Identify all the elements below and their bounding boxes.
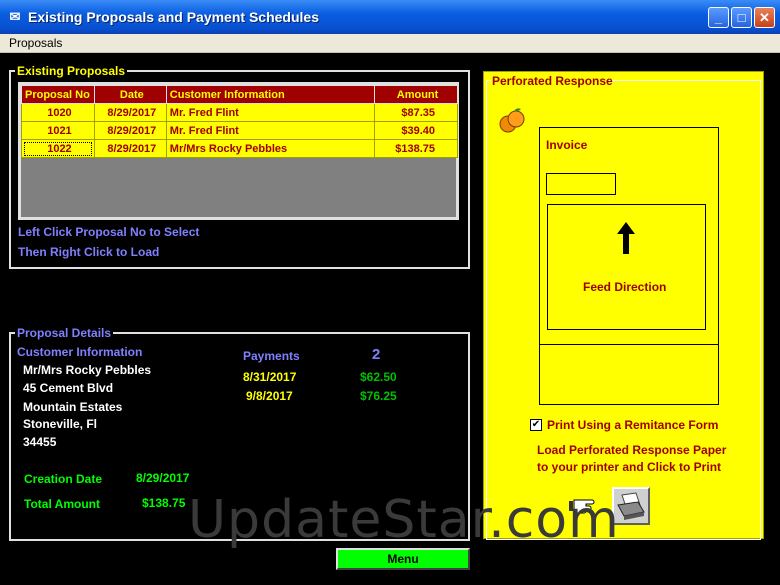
customer-cell: Mr. Fred Flint bbox=[165, 103, 376, 122]
col-amount[interactable]: Amount bbox=[374, 85, 458, 104]
window-title: Existing Proposals and Payment Schedules bbox=[28, 9, 319, 25]
existing-proposals-legend: Existing Proposals bbox=[17, 64, 126, 78]
print-instructions-1: Load Perforated Response Paper bbox=[537, 443, 727, 457]
customer-address1: 45 Cement Blvd bbox=[23, 381, 114, 395]
invoice-preview: Invoice Feed Direction bbox=[539, 127, 719, 405]
amount-cell: $87.35 bbox=[374, 103, 458, 122]
payment-date: 8/31/2017 bbox=[243, 370, 297, 384]
perforated-title: Perforated Response bbox=[492, 74, 613, 88]
app-icon: ✉ bbox=[9, 9, 21, 24]
feed-direction-box: Feed Direction bbox=[547, 204, 706, 330]
oranges-icon bbox=[499, 108, 525, 133]
customer-info-label: Customer Information bbox=[17, 345, 143, 359]
total-amount-value: $138.75 bbox=[142, 496, 186, 510]
perforated-response-panel: Perforated Response Invoice Feed Directi… bbox=[483, 71, 764, 540]
remittance-checkbox[interactable]: ✔ bbox=[530, 419, 542, 431]
maximize-icon: □ bbox=[737, 10, 746, 25]
grid-header-row: Proposal No Date Customer Information Am… bbox=[21, 85, 458, 104]
print-instructions-2: to your printer and Click to Print bbox=[537, 460, 722, 474]
col-proposal-no[interactable]: Proposal No bbox=[21, 85, 95, 104]
customer-zip: 34455 bbox=[23, 435, 57, 449]
title-bar[interactable]: ✉ Existing Proposals and Payment Schedul… bbox=[0, 0, 780, 34]
amount-cell: $39.40 bbox=[374, 121, 458, 140]
col-date[interactable]: Date bbox=[93, 85, 167, 104]
customer-cell: Mr. Fred Flint bbox=[165, 121, 376, 140]
proposal-no-cell-selected[interactable]: 1022 bbox=[21, 139, 95, 158]
close-icon: ✕ bbox=[759, 10, 770, 25]
customer-city: Stoneville, Fl bbox=[23, 417, 98, 431]
minimize-icon: _ bbox=[714, 10, 723, 25]
invoice-label: Invoice bbox=[546, 138, 588, 152]
hint-select: Left Click Proposal No to Select bbox=[18, 225, 200, 239]
close-button[interactable]: ✕ bbox=[754, 7, 775, 28]
invoice-field bbox=[546, 173, 616, 195]
payments-label: Payments bbox=[243, 349, 300, 363]
menu-button[interactable]: Menu bbox=[336, 548, 470, 570]
watermark: UpdateStar.com bbox=[188, 490, 620, 550]
proposal-details-legend: Proposal Details bbox=[17, 326, 112, 340]
payment-date: 9/8/2017 bbox=[246, 389, 293, 403]
arrow-up-icon bbox=[617, 222, 635, 254]
menu-bar: Proposals bbox=[0, 34, 780, 53]
maximize-button[interactable]: □ bbox=[731, 7, 752, 28]
proposal-no-cell[interactable]: 1021 bbox=[21, 121, 95, 140]
checkmark-icon: ✔ bbox=[531, 419, 541, 430]
proposals-grid[interactable]: Proposal No Date Customer Information Am… bbox=[18, 82, 459, 220]
perforation-line bbox=[540, 344, 718, 345]
customer-cell: Mr/Mrs Rocky Pebbles bbox=[165, 139, 376, 158]
table-row[interactable]: 1021 8/29/2017 Mr. Fred Flint $39.40 bbox=[21, 121, 458, 140]
remittance-checkbox-label[interactable]: Print Using a Remitance Form bbox=[547, 418, 718, 432]
proposal-no-cell[interactable]: 1020 bbox=[21, 103, 95, 122]
minimize-button[interactable]: _ bbox=[708, 7, 729, 28]
payment-amount: $62.50 bbox=[360, 370, 397, 384]
menu-proposals[interactable]: Proposals bbox=[9, 36, 62, 50]
total-amount-label: Total Amount bbox=[24, 497, 100, 511]
table-row[interactable]: 1020 8/29/2017 Mr. Fred Flint $87.35 bbox=[21, 103, 458, 122]
table-row[interactable]: 1022 8/29/2017 Mr/Mrs Rocky Pebbles $138… bbox=[21, 139, 458, 158]
customer-address2: Mountain Estates bbox=[23, 400, 123, 414]
date-cell: 8/29/2017 bbox=[93, 103, 167, 122]
date-cell: 8/29/2017 bbox=[93, 139, 167, 158]
payments-count: 2 bbox=[372, 346, 381, 363]
feed-direction-label: Feed Direction bbox=[583, 280, 667, 294]
amount-cell: $138.75 bbox=[374, 139, 458, 158]
date-cell: 8/29/2017 bbox=[93, 121, 167, 140]
creation-date-label: Creation Date bbox=[24, 472, 103, 486]
creation-date-value: 8/29/2017 bbox=[136, 471, 190, 485]
hint-load: Then Right Click to Load bbox=[18, 245, 160, 259]
col-customer-info[interactable]: Customer Information bbox=[165, 85, 376, 104]
customer-name: Mr/Mrs Rocky Pebbles bbox=[23, 363, 152, 377]
payment-amount: $76.25 bbox=[360, 389, 397, 403]
